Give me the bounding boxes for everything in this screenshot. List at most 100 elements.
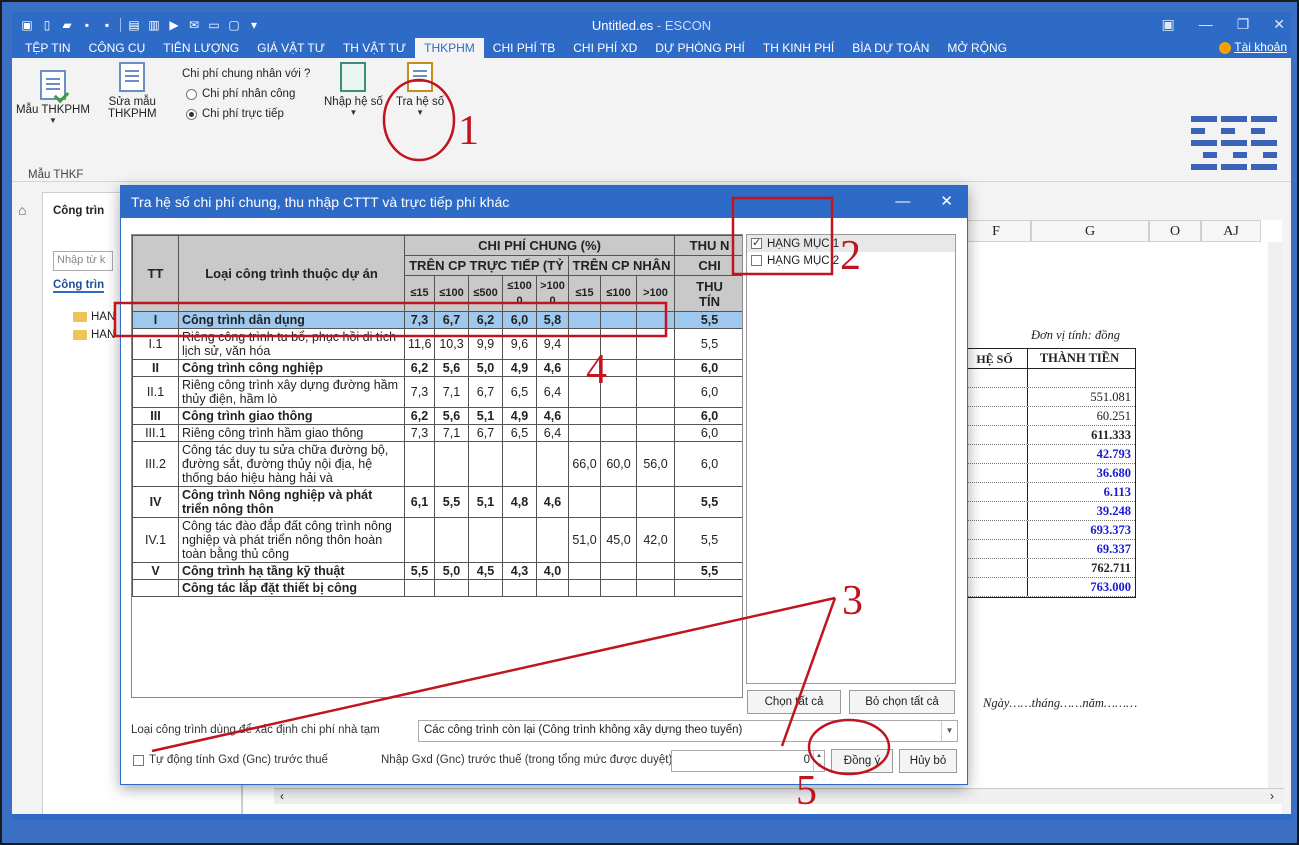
table-cell bbox=[635, 359, 676, 377]
table-cell: 6,0 bbox=[674, 424, 742, 442]
sheet-row[interactable]: 693.373 bbox=[962, 521, 1135, 540]
table-row[interactable]: III.2 Công tác duy tu sửa chữa đường bộ, … bbox=[132, 441, 742, 487]
tab-cong-trinh[interactable]: Công trìn bbox=[53, 279, 105, 293]
chevron-down-icon[interactable]: ▼ bbox=[941, 721, 957, 741]
horizontal-scrollbar[interactable]: ‹ › bbox=[274, 788, 1284, 804]
sheet-row[interactable] bbox=[962, 369, 1135, 388]
tab-tien-luong[interactable]: TIÊN LƯỢNG bbox=[154, 38, 248, 58]
annotation-number-4: 4 bbox=[586, 347, 607, 393]
table-cell: 6,7 bbox=[468, 376, 503, 408]
ok-button[interactable]: Đồng ý bbox=[831, 749, 893, 773]
header-sub: ≤15 bbox=[404, 275, 435, 312]
dialog-minimize-button[interactable]: — bbox=[895, 186, 910, 218]
sheet-row[interactable]: 763.000 bbox=[962, 578, 1135, 597]
escon-logo bbox=[1187, 116, 1287, 174]
radio-circle-selected bbox=[186, 108, 197, 120]
account-link[interactable]: Tài khoản bbox=[1219, 40, 1287, 54]
sheet-row[interactable]: 611.333 bbox=[962, 426, 1135, 445]
tab-gia-vat-tu[interactable]: GIÁ VẬT TƯ bbox=[248, 38, 334, 58]
column-header-g[interactable]: G bbox=[1031, 220, 1149, 242]
mau-thkphm-button[interactable]: Mẫu THKPHM ▼ bbox=[16, 62, 90, 125]
column-header-f[interactable]: F bbox=[961, 220, 1031, 242]
checkbox[interactable] bbox=[751, 236, 762, 249]
table-row[interactable]: IV.1 Công tác đào đắp đất công trình nông… bbox=[132, 517, 742, 563]
tab-chi-phi-tb[interactable]: CHI PHÍ TB bbox=[484, 38, 564, 58]
sheet-row[interactable]: 39.248 bbox=[962, 502, 1135, 521]
close-button[interactable]: ✕ bbox=[1273, 16, 1285, 33]
table-cell: Công tác đào đắp đất công trình nông ngh… bbox=[178, 517, 405, 563]
column-header-aj[interactable]: AJ bbox=[1201, 220, 1261, 242]
sheet-row[interactable]: 762.711 bbox=[962, 559, 1135, 578]
tab-th-kinh-phi[interactable]: TH KINH PHÍ bbox=[754, 38, 843, 58]
table-cell: 11,6 bbox=[404, 328, 435, 360]
tra-he-so-button[interactable]: Tra hệ số ▼ bbox=[396, 62, 444, 117]
sua-mau-button[interactable]: Sửa mẫu THKPHM bbox=[108, 62, 157, 120]
table-cell: 42,0 bbox=[635, 517, 676, 563]
maximize-button[interactable]: ❐ bbox=[1237, 16, 1250, 33]
table-cell bbox=[674, 579, 742, 597]
search-input[interactable]: Nhập từ k bbox=[53, 251, 113, 271]
tab-thkphm[interactable]: THKPHM bbox=[415, 38, 484, 58]
table-cell bbox=[468, 517, 503, 563]
column-header-o[interactable]: O bbox=[1149, 220, 1201, 242]
radio-circle bbox=[186, 88, 197, 100]
chevron-down-icon: ▼ bbox=[416, 108, 425, 117]
table-cell: IV.1 bbox=[132, 517, 179, 563]
auto-calc-checkbox[interactable] bbox=[133, 755, 144, 766]
minimize-button[interactable]: — bbox=[1199, 16, 1213, 33]
vertical-scrollbar[interactable] bbox=[1268, 242, 1282, 802]
tree-item-hang-muc-2[interactable]: HAN bbox=[73, 329, 115, 341]
table-row[interactable]: II.1 Riêng công trình xây dựng đường hầm … bbox=[132, 376, 742, 408]
sheet-row[interactable]: 6.113 bbox=[962, 483, 1135, 502]
sheet-row[interactable]: 69.337 bbox=[962, 540, 1135, 559]
radio-chi-phi-truc-tiep[interactable]: Chi phí trực tiếp bbox=[186, 104, 310, 124]
loai-cong-trinh-select[interactable]: Các công trình còn lại (Công trình không… bbox=[418, 720, 958, 742]
table-cell: 7,3 bbox=[404, 424, 435, 442]
tab-tep-tin[interactable]: TỆP TIN bbox=[16, 38, 80, 58]
checkbox[interactable] bbox=[751, 255, 762, 266]
table-cell: 4,9 bbox=[502, 407, 537, 425]
table-cell bbox=[635, 407, 676, 425]
nhap-he-so-button[interactable]: Nhập hệ số ▼ bbox=[324, 62, 383, 117]
table-cell: 6,0 bbox=[674, 407, 742, 425]
dialog-close-button[interactable]: ✕ bbox=[940, 186, 953, 218]
table-cell: IV bbox=[132, 486, 179, 518]
table-row[interactable]: III.1 Riêng công trình hầm giao thông 7,3 7… bbox=[132, 424, 742, 442]
tab-th-vat-tu[interactable]: TH VẬT TƯ bbox=[334, 38, 415, 58]
sheet-row[interactable]: 60.251 bbox=[962, 407, 1135, 426]
title-bar: ▣ ▯ ▰ ▪ ▪ ▤ ▥ ▶ ✉ ▭ ▢ ▾ Untitled.es - ES… bbox=[12, 12, 1291, 58]
table-cell: Công tác duy tu sửa chữa đường bộ, đường… bbox=[178, 441, 405, 487]
table-cell: 56,0 bbox=[635, 441, 676, 487]
sheet-row[interactable]: 42.793 bbox=[962, 445, 1135, 464]
table-row[interactable]: Công tác lắp đặt thiết bị công bbox=[132, 579, 742, 597]
scroll-left-icon[interactable]: ‹ bbox=[274, 789, 284, 803]
tab-du-phong-phi[interactable]: DỰ PHÒNG PHÍ bbox=[646, 38, 754, 58]
table-row[interactable]: I Công trình dân dụng 7,3 6,7 6,2 6,0 5,8 5,5 bbox=[132, 311, 742, 329]
table-row[interactable]: V Công trình hạ tầng kỹ thuật 5,5 5,0 4,5 4,3… bbox=[132, 562, 742, 580]
radio-chi-phi-nhan-cong[interactable]: Chi phí nhân công bbox=[186, 84, 310, 104]
tab-chi-phi-xd[interactable]: CHI PHÍ XD bbox=[564, 38, 646, 58]
deselect-all-button[interactable]: Bỏ chọn tất cả bbox=[849, 690, 955, 714]
table-cell: Riêng công trình xây dựng đường hầm thủy… bbox=[178, 376, 405, 408]
ribbon-display-icon[interactable]: ▣ bbox=[1161, 16, 1174, 33]
chi-phi-chung-radio-group: Chi phí chung nhân với ? Chi phí nhân cô… bbox=[182, 64, 310, 124]
table-row[interactable]: III Công trình giao thông 6,2 5,6 5,1 4,9 4,6 6… bbox=[132, 407, 742, 425]
table-cell: II bbox=[132, 359, 179, 377]
tree-item-hang-muc-1[interactable]: HAN bbox=[73, 311, 115, 323]
tab-cong-cu[interactable]: CÔNG CỤ bbox=[80, 38, 155, 58]
select-all-button[interactable]: Chọn tất cả bbox=[747, 690, 841, 714]
sheet-row[interactable]: 551.081 bbox=[962, 388, 1135, 407]
header-sub: ≤100 bbox=[600, 275, 637, 312]
table-row[interactable]: I.1 Riêng công trình tu bổ, phục hồi di t… bbox=[132, 328, 742, 360]
table-cell: 5,1 bbox=[468, 486, 503, 518]
home-icon[interactable]: ⌂ bbox=[18, 202, 26, 218]
table-row[interactable]: II Công trình công nghiệp 6,2 5,6 5,0 4,9 4,6 6… bbox=[132, 359, 742, 377]
coefficient-table-container[interactable]: TT Loại công trình thuộc dự án CHI PHÍ C… bbox=[131, 234, 743, 698]
tab-mo-rong[interactable]: MỞ RỘNG bbox=[938, 38, 1016, 58]
table-row[interactable]: IV Công trình Nông nghiệp và phát triển n… bbox=[132, 486, 742, 518]
cancel-button[interactable]: Hủy bỏ bbox=[899, 749, 957, 773]
table-cell: 66,0 bbox=[568, 441, 601, 487]
tab-bia-du-toan[interactable]: BÌA DỰ TOÁN bbox=[843, 38, 938, 58]
scroll-right-icon[interactable]: › bbox=[1270, 789, 1274, 803]
sheet-row[interactable]: 36.680 bbox=[962, 464, 1135, 483]
